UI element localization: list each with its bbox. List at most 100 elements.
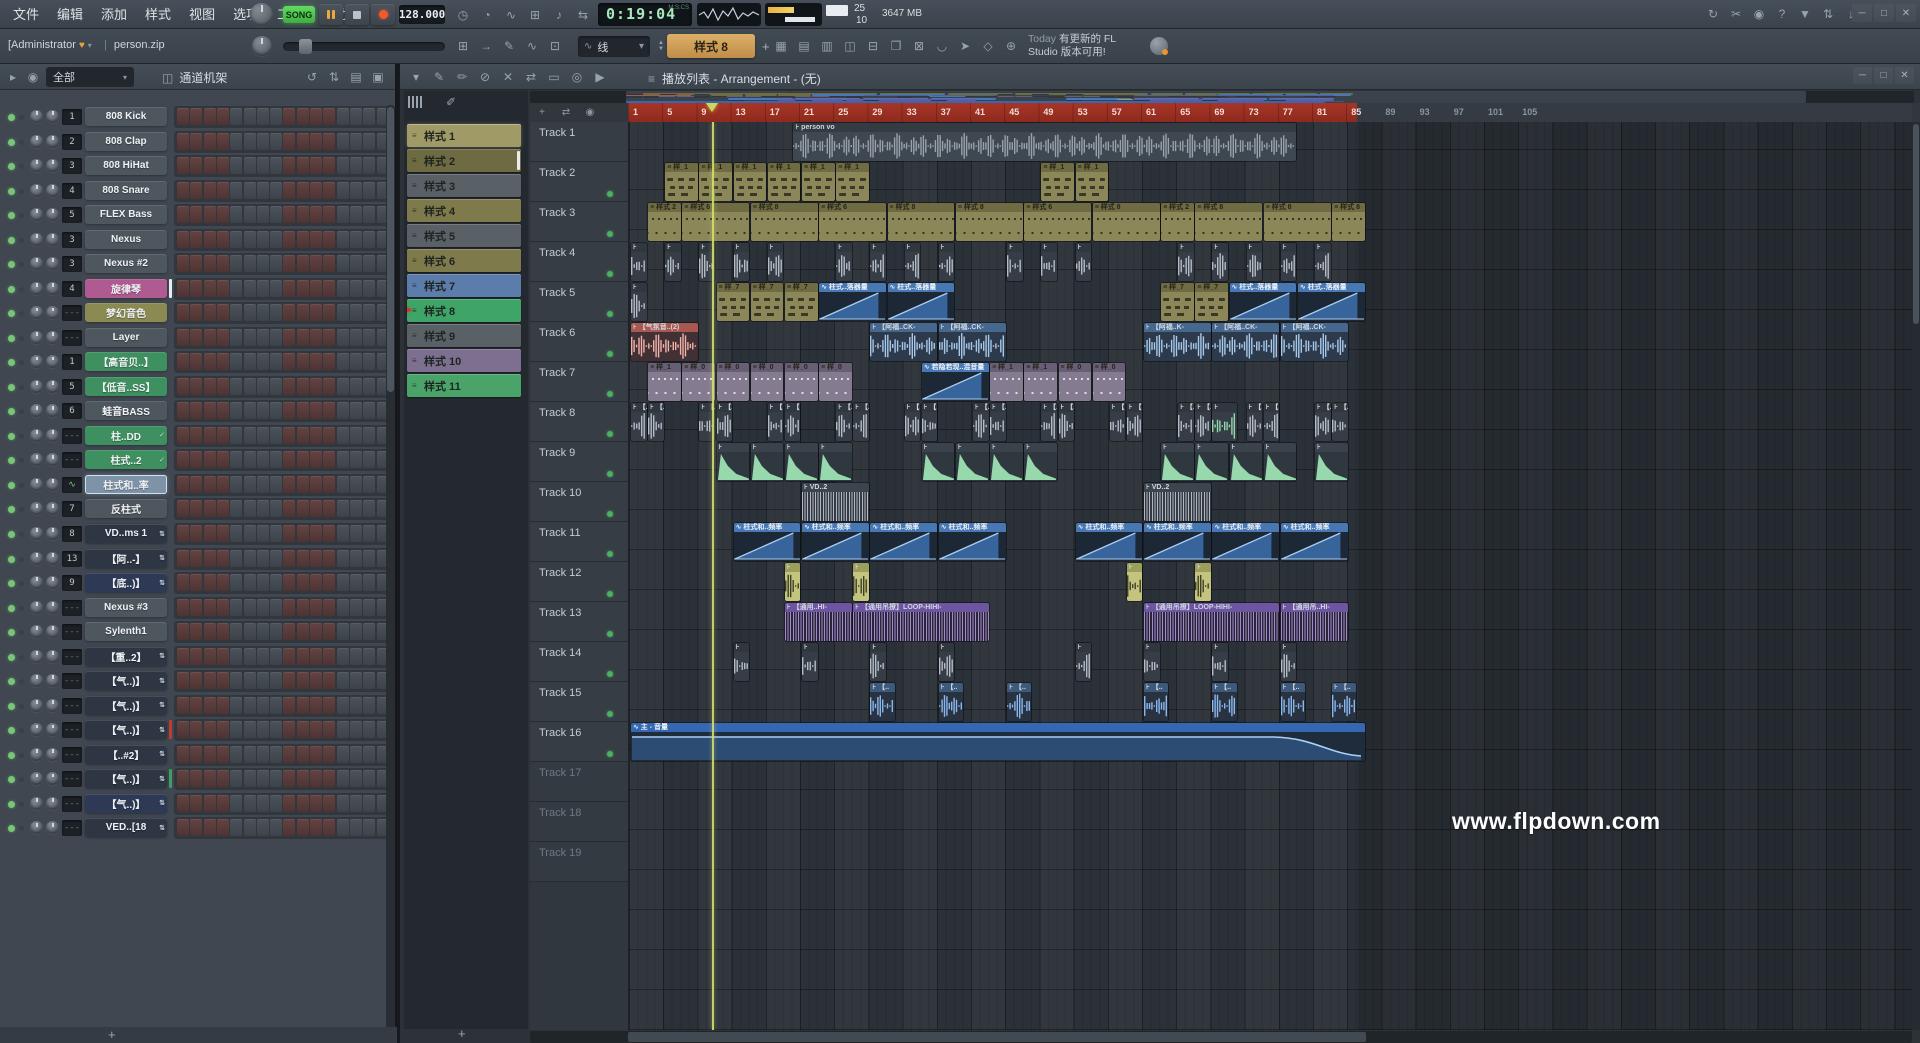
step-cell[interactable] — [244, 427, 256, 444]
step-cell[interactable] — [297, 819, 309, 836]
step-cell[interactable] — [204, 648, 216, 665]
blend-notes-icon[interactable]: ∿ — [500, 4, 522, 26]
step-cell[interactable] — [350, 157, 362, 174]
playlist-clip[interactable]: ⊦ — [768, 243, 784, 281]
step-cell[interactable] — [204, 623, 216, 640]
step-cell[interactable] — [310, 525, 322, 542]
step-cell[interactable] — [177, 182, 189, 199]
channel-volume-knob[interactable] — [46, 699, 59, 712]
step-cell[interactable] — [217, 206, 229, 223]
channel-button[interactable]: Sylenth1 — [85, 622, 167, 641]
step-cell[interactable] — [363, 746, 375, 763]
step-cell[interactable] — [310, 182, 322, 199]
minimize-button[interactable]: ─ — [1852, 4, 1872, 22]
step-cell[interactable] — [310, 746, 322, 763]
step-cell[interactable] — [177, 451, 189, 468]
step-cell[interactable] — [283, 819, 295, 836]
channel-volume-knob[interactable] — [46, 282, 59, 295]
step-cell[interactable] — [310, 697, 322, 714]
step-cell[interactable] — [230, 672, 242, 689]
step-cell[interactable] — [337, 500, 349, 517]
detach-icon[interactable]: ▣ — [367, 66, 389, 88]
step-cell[interactable] — [337, 451, 349, 468]
playlist-clip[interactable]: ⊦ 【通用吊..HI- — [1281, 603, 1348, 641]
step-cell[interactable] — [297, 500, 309, 517]
step-cell[interactable] — [337, 525, 349, 542]
channel-mute-led[interactable] — [8, 727, 15, 734]
step-cell[interactable] — [297, 746, 309, 763]
playlist-clip[interactable]: ⊦ 【.. — [1247, 403, 1263, 441]
channel-select-led[interactable] — [19, 409, 24, 414]
step-cell[interactable] — [363, 697, 375, 714]
playlist-clip[interactable]: ⊦ person vo — [793, 123, 1296, 161]
channel-pan-knob[interactable] — [30, 601, 43, 614]
step-cell[interactable] — [363, 231, 375, 248]
track-led[interactable] — [607, 431, 613, 437]
step-cell[interactable] — [257, 795, 269, 812]
step-cell[interactable] — [297, 648, 309, 665]
playlist-clip[interactable]: ≡ 样_7 — [717, 283, 750, 321]
step-cell[interactable] — [177, 427, 189, 444]
channel-button[interactable]: 旋律琴 — [85, 279, 167, 298]
scrollbar-handle[interactable] — [1913, 124, 1919, 324]
step-cell[interactable] — [363, 182, 375, 199]
step-cell[interactable] — [363, 402, 375, 419]
step-cell[interactable] — [190, 697, 202, 714]
piano-roll-icon[interactable]: ▤ — [793, 35, 815, 57]
step-cell[interactable] — [297, 599, 309, 616]
step-cell[interactable] — [337, 746, 349, 763]
playlist-clip[interactable]: ⊦ — [1076, 243, 1092, 281]
step-cell[interactable] — [310, 451, 322, 468]
cursor-icon[interactable]: ➤ — [954, 35, 976, 57]
playlist-clip[interactable]: ⊦ — [785, 563, 801, 601]
step-cell[interactable] — [177, 697, 189, 714]
step-cell[interactable] — [297, 280, 309, 297]
step-cell[interactable] — [337, 402, 349, 419]
playlist-clip[interactable]: ⊦ 【气氛音..(2) — [631, 323, 698, 361]
step-cell[interactable] — [350, 108, 362, 125]
playlist-clip[interactable]: ⊦ 【阿福..CK- — [1281, 323, 1348, 361]
channel-pan-knob[interactable] — [30, 282, 43, 295]
channel-button[interactable]: 【底..)】⇅ — [85, 573, 167, 592]
step-cell[interactable] — [217, 157, 229, 174]
step-cell[interactable] — [270, 133, 282, 150]
swap-view-icon[interactable]: ⇄ — [558, 104, 574, 120]
step-cell[interactable] — [217, 574, 229, 591]
step-cell[interactable] — [297, 255, 309, 272]
step-cell[interactable] — [283, 378, 295, 395]
channel-button[interactable]: 蛙音BASS — [85, 401, 167, 420]
channel-button[interactable]: 反柱式 — [85, 499, 167, 518]
step-cell[interactable] — [244, 819, 256, 836]
channel-mute-led[interactable] — [8, 776, 15, 783]
step-cell[interactable] — [337, 721, 349, 738]
track-header-4[interactable]: Track 4 — [530, 242, 628, 282]
step-cell[interactable] — [217, 819, 229, 836]
step-cell[interactable] — [244, 697, 256, 714]
step-cell[interactable] — [230, 255, 242, 272]
menu-item-3[interactable]: 添加 — [92, 0, 136, 29]
playlist-clip[interactable]: ≡ 样_1 — [1041, 163, 1074, 201]
step-cell[interactable] — [270, 550, 282, 567]
step-cell[interactable] — [204, 402, 216, 419]
pattern-selector[interactable]: 样式 8 — [667, 34, 755, 58]
channel-pan-knob[interactable] — [30, 748, 43, 761]
add-icon[interactable]: + — [534, 104, 550, 120]
step-cell[interactable] — [323, 550, 335, 567]
browser-icon[interactable]: ⊟ — [862, 35, 884, 57]
channel-select-led[interactable] — [19, 826, 24, 831]
step-cell[interactable] — [230, 108, 242, 125]
playlist-clip[interactable]: ⊦ — [802, 643, 818, 681]
channel-mute-led[interactable] — [8, 359, 15, 366]
picker-brush-icon[interactable]: ✐ — [446, 95, 456, 109]
menu-item-2[interactable]: 编辑 — [48, 0, 92, 29]
step-cell[interactable] — [217, 623, 229, 640]
playlist-clip[interactable]: ≡ 样_1 — [990, 363, 1023, 401]
step-cell[interactable] — [190, 476, 202, 493]
step-cell[interactable] — [310, 157, 322, 174]
channel-select-led[interactable] — [19, 238, 24, 243]
channel-mute-led[interactable] — [8, 212, 15, 219]
playlist-clip[interactable]: ≡ 样式 8 — [1264, 203, 1331, 241]
track-header-9[interactable]: Track 9 — [530, 442, 628, 482]
step-cell[interactable] — [204, 721, 216, 738]
channel-pan-knob[interactable] — [30, 527, 43, 540]
